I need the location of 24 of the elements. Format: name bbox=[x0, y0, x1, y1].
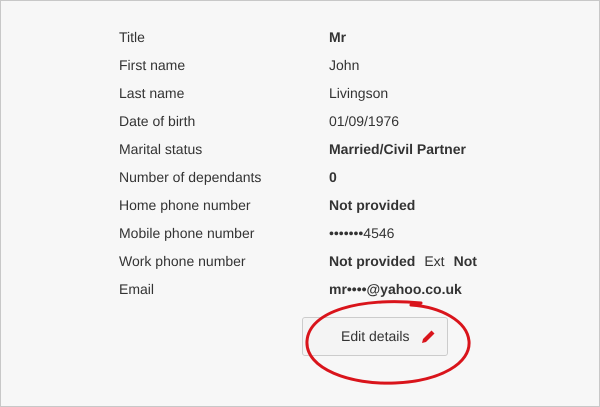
field-value: 0 bbox=[329, 168, 337, 186]
edit-details-button[interactable]: Edit details bbox=[302, 317, 448, 356]
field-label: Number of dependants bbox=[119, 168, 262, 187]
pencil-icon bbox=[419, 328, 438, 346]
field-label: Title bbox=[119, 28, 146, 46]
field-label: Mobile phone number bbox=[119, 224, 256, 243]
field-label: Email bbox=[119, 280, 156, 298]
field-value: Ext bbox=[424, 252, 445, 270]
field-value: 01/09/1976 bbox=[329, 112, 400, 130]
field-label: Home phone number bbox=[119, 196, 252, 215]
field-value: Not provided bbox=[329, 252, 416, 271]
field-value: Not bbox=[454, 252, 477, 270]
field-value: •••••••4546 bbox=[329, 224, 394, 242]
field-value: John bbox=[329, 56, 360, 74]
field-value: mr••••@yahoo.co.uk bbox=[329, 280, 462, 299]
field-label: First name bbox=[119, 56, 186, 74]
field-label: Date of birth bbox=[119, 112, 196, 130]
field-label: Last name bbox=[119, 84, 186, 102]
field-value: Mr bbox=[329, 28, 346, 46]
field-value: Livingson bbox=[329, 84, 388, 103]
field-value: Married/Civil Partner bbox=[329, 140, 466, 158]
field-value: Not provided bbox=[329, 196, 416, 215]
field-label: Work phone number bbox=[119, 252, 247, 271]
field-label: Marital status bbox=[119, 140, 204, 158]
